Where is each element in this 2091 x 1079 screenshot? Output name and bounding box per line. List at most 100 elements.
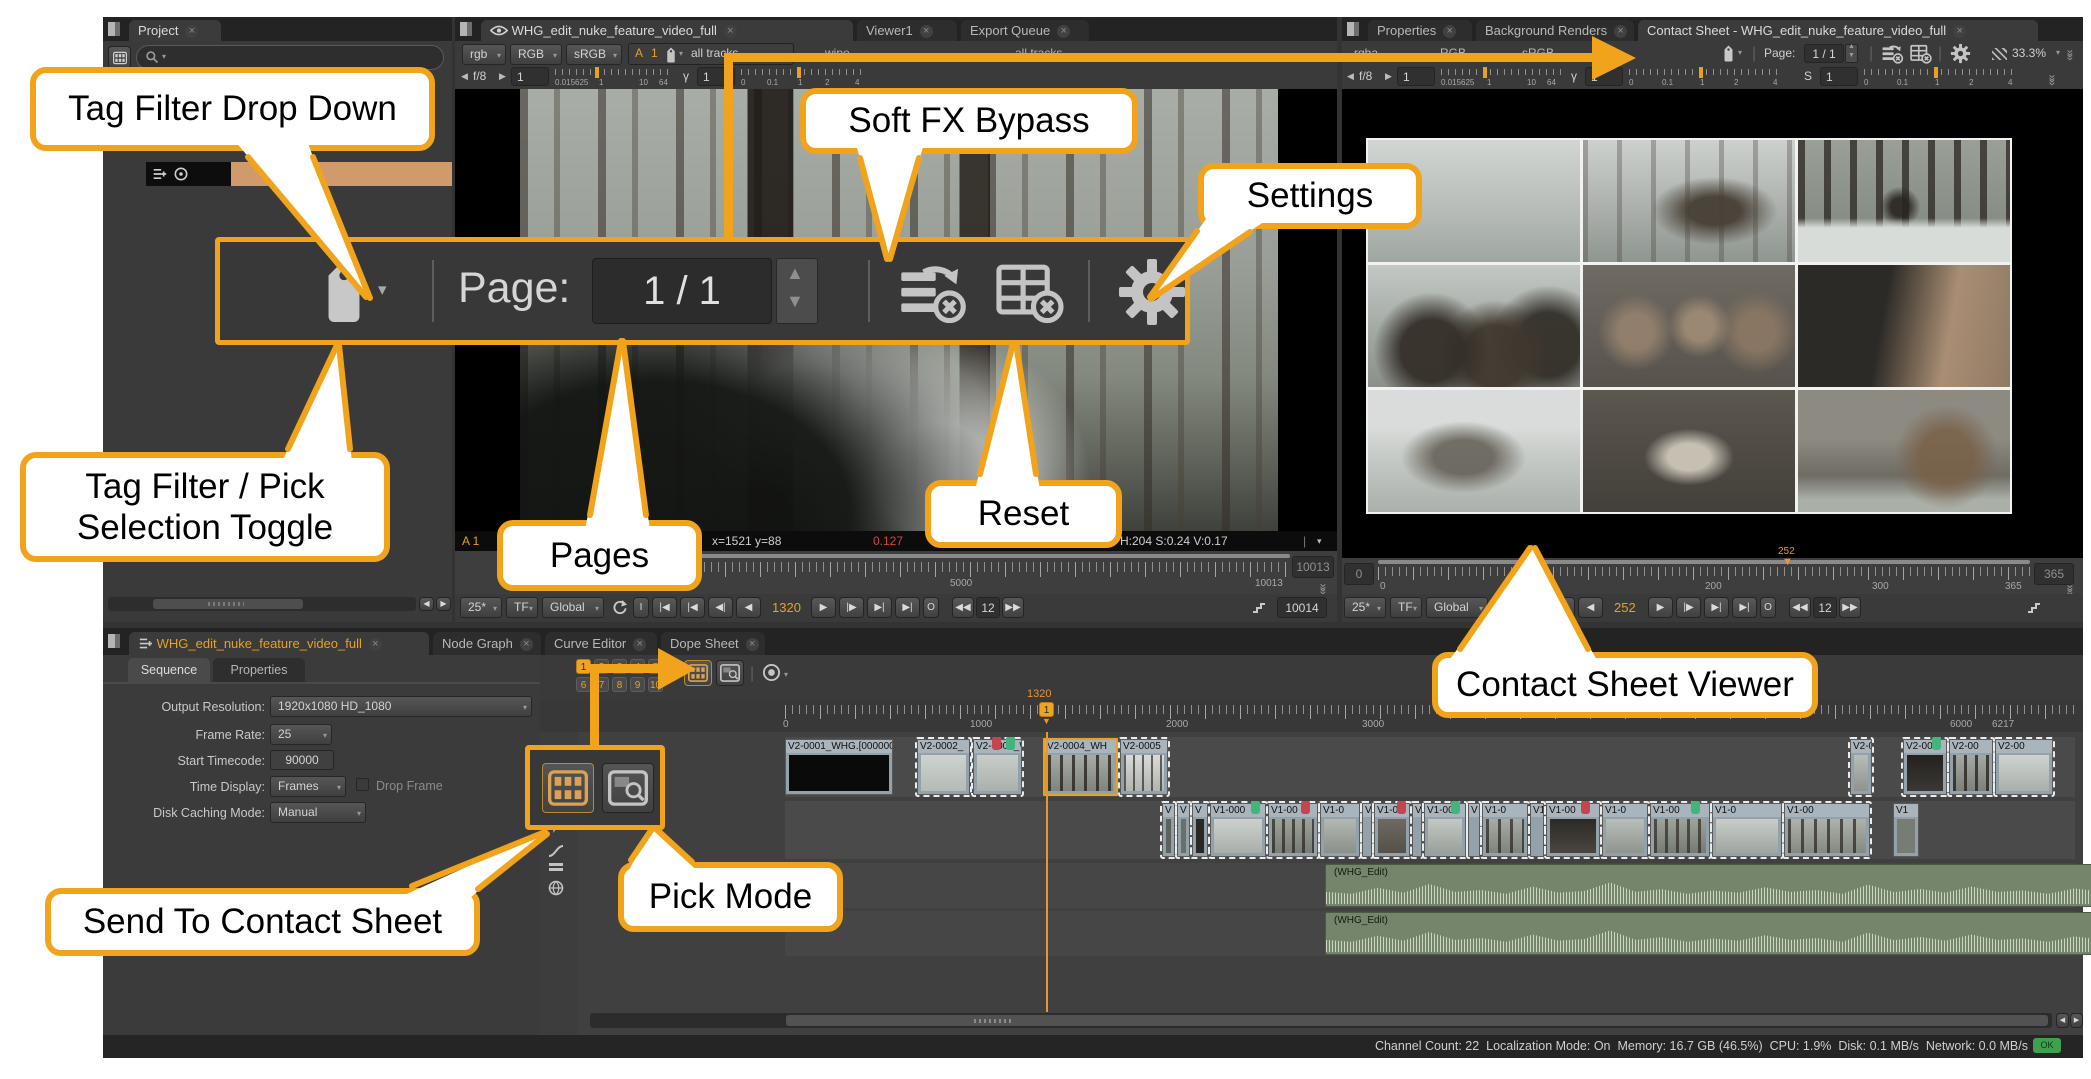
tab-sequence-editor[interactable]: WHG_edit_nuke_feature_video_full× (129, 632, 429, 655)
timeline-clip[interactable]: V1 (1530, 803, 1544, 857)
tag-filter-icon[interactable] (665, 47, 677, 63)
gain-slider[interactable]: 0.015625 1 10 64 (555, 67, 673, 87)
tab-export-queue[interactable]: Export Queue× (961, 20, 1089, 41)
play-backward-button[interactable]: ◀ (736, 597, 761, 618)
loop-icon[interactable] (611, 599, 628, 614)
audio-clip-1[interactable]: (WHG_Edit) (1325, 864, 2091, 907)
tracks-icon[interactable] (548, 862, 564, 872)
timeline-clip[interactable]: V1-00 (1424, 803, 1466, 857)
close-icon[interactable]: × (1953, 25, 1966, 38)
range-out-field[interactable]: 365 (2034, 563, 2074, 585)
range-dropdown[interactable]: Global▾ (542, 597, 604, 618)
contact-thumb-4[interactable] (1368, 265, 1580, 387)
contact-thumb-7[interactable] (1368, 390, 1580, 512)
timeline-clip[interactable]: V (1362, 803, 1372, 857)
playhead-line[interactable] (1046, 732, 1048, 1012)
range-dropdown[interactable]: Global▾ (1426, 597, 1488, 618)
scroll-right-button[interactable]: ▶ (436, 597, 451, 611)
gain-prev-arrow[interactable]: ◀ (461, 71, 468, 82)
tag-caret[interactable]: ▾ (378, 280, 387, 300)
contact-thumb-8[interactable] (1583, 390, 1795, 512)
prev-frame-button[interactable]: ◀| (1550, 597, 1575, 618)
gain-next-arrow[interactable]: ▶ (499, 71, 506, 82)
tab-project[interactable]: Project× (129, 20, 221, 41)
visibility-icon[interactable] (174, 167, 188, 181)
scroll-left-button[interactable]: ◀ (419, 597, 434, 611)
goto-start-button[interactable]: |◀ (652, 597, 677, 618)
range-out-field[interactable]: 10013 (1292, 556, 1334, 578)
scroll-right-button[interactable]: ▶ (2070, 1013, 2083, 1028)
close-icon[interactable]: × (724, 25, 737, 38)
gain-value-input[interactable]: 1 (511, 67, 549, 86)
timeline-ruler[interactable]: 0 1000 2000 3000 6000 6217 1320 1 ▼ (540, 700, 2083, 732)
skip-forward-button[interactable]: ▶▶ (1839, 597, 1861, 618)
contact-thumb-2[interactable] (1583, 140, 1795, 262)
gain-prev-arrow[interactable]: ◀ (1347, 71, 1354, 82)
contact-thumb-9[interactable] (1798, 390, 2010, 512)
collapse-chevron-icon[interactable]: »» (1317, 583, 1331, 592)
close-icon[interactable]: × (920, 25, 933, 38)
project-hscrollbar[interactable] (108, 597, 416, 611)
next-frame-button[interactable]: |▶ (1676, 597, 1701, 618)
zoom-caret[interactable]: ▾ (2056, 48, 2060, 57)
timeline-hscrollbar[interactable] (590, 1013, 2052, 1028)
gamma-label[interactable]: γ (1571, 69, 1577, 83)
spinner-down-icon[interactable]: ▼ (786, 291, 804, 312)
info-caret[interactable]: ▾ (1317, 536, 1322, 547)
close-icon[interactable]: × (520, 638, 533, 651)
skip-back-button[interactable]: ◀◀ (1789, 597, 1811, 618)
tab-viewer1[interactable]: Viewer1× (857, 20, 957, 41)
settings-gear-icon[interactable] (1116, 256, 1188, 328)
timeline-clip[interactable]: V (1468, 803, 1480, 857)
tab-contact-sheet[interactable]: Contact Sheet - WHG_edit_nuke_feature_vi… (1638, 20, 2038, 41)
saturation-label[interactable]: S (1804, 69, 1812, 83)
timeline-clip[interactable]: V1-00 (1784, 803, 1870, 857)
playhead-pin[interactable]: 1 (1039, 702, 1054, 717)
subtab-sequence[interactable]: Sequence (128, 658, 210, 682)
gamma-slider[interactable]: 0 0.1 1 2 4 (741, 67, 861, 87)
timeline-clip[interactable]: V1-0 (1482, 803, 1528, 857)
playhead-marker[interactable]: ▼ (1782, 556, 1793, 568)
timeline-clip[interactable]: V1-00 (1546, 803, 1600, 857)
fps-dropdown[interactable]: 25*▾ (460, 597, 502, 618)
current-frame[interactable]: 1320 (772, 600, 801, 615)
contact-sheet-viewer-area[interactable] (1342, 89, 2083, 558)
gain-value-input[interactable]: 1 (1397, 67, 1435, 86)
caching-dropdown[interactable]: Manual▾ (270, 802, 366, 823)
timeline-clip[interactable]: V1-0 (1712, 803, 1782, 857)
retime-curve-icon[interactable] (548, 844, 564, 858)
zoom-level[interactable]: 33.3% (2012, 46, 2046, 60)
collapse-chevron-icon[interactable]: »» (2064, 49, 2078, 58)
spinner-up-icon[interactable]: ▲ (1848, 43, 1855, 50)
tag-pin-6[interactable]: 6 (576, 677, 591, 692)
contact-scrubber[interactable]: 0 0 200 300 365 252 ▼ 365 »» (1342, 558, 2083, 594)
send-to-contact-sheet-button[interactable] (542, 763, 594, 813)
contact-thumb-5[interactable] (1583, 265, 1795, 387)
page-spinner[interactable]: ▲ ▼ (776, 258, 818, 324)
next-edit-button[interactable]: ▶| (867, 597, 892, 618)
timeline-clip[interactable]: V1-0 (1374, 803, 1410, 857)
dropframe-checkbox[interactable] (356, 778, 369, 791)
play-forward-button[interactable]: ▶ (1648, 597, 1673, 618)
tab-node-graph[interactable]: Node Graph× (433, 632, 541, 655)
tab-properties[interactable]: Properties× (1368, 20, 1472, 41)
panel-corner-icon[interactable] (107, 632, 121, 650)
skip-back-button[interactable]: ◀◀ (952, 597, 974, 618)
saturation-value-input[interactable]: 1 (1820, 67, 1858, 86)
resolution-dropdown[interactable]: 1920x1080 HD_1080▾ (270, 696, 532, 717)
goto-end-button[interactable]: ▶| (1732, 597, 1757, 618)
fps-dropdown[interactable]: 25*▾ (1344, 597, 1386, 618)
audio-clip-2[interactable]: (WHG_Edit) (1325, 912, 2091, 955)
goto-end-button[interactable]: ▶| (895, 597, 920, 618)
play-backward-button[interactable]: ◀ (1578, 597, 1603, 618)
close-icon[interactable]: × (1443, 25, 1456, 38)
page-spinner[interactable]: ▲ ▼ (1845, 44, 1858, 63)
range-out2-field[interactable]: 10014 (1277, 597, 1327, 618)
project-item-row[interactable] (146, 162, 452, 186)
step-field[interactable]: 12 (1813, 597, 1837, 618)
timeline-clip[interactable]: V2-0005 (1120, 739, 1168, 795)
timecode-input[interactable]: 90000 (270, 750, 334, 770)
step-field[interactable]: 12 (976, 597, 1000, 618)
viewer-layer-dropdown[interactable]: RGB▾ (510, 44, 562, 65)
timeline-clip[interactable]: V2-00 (1949, 739, 1993, 795)
